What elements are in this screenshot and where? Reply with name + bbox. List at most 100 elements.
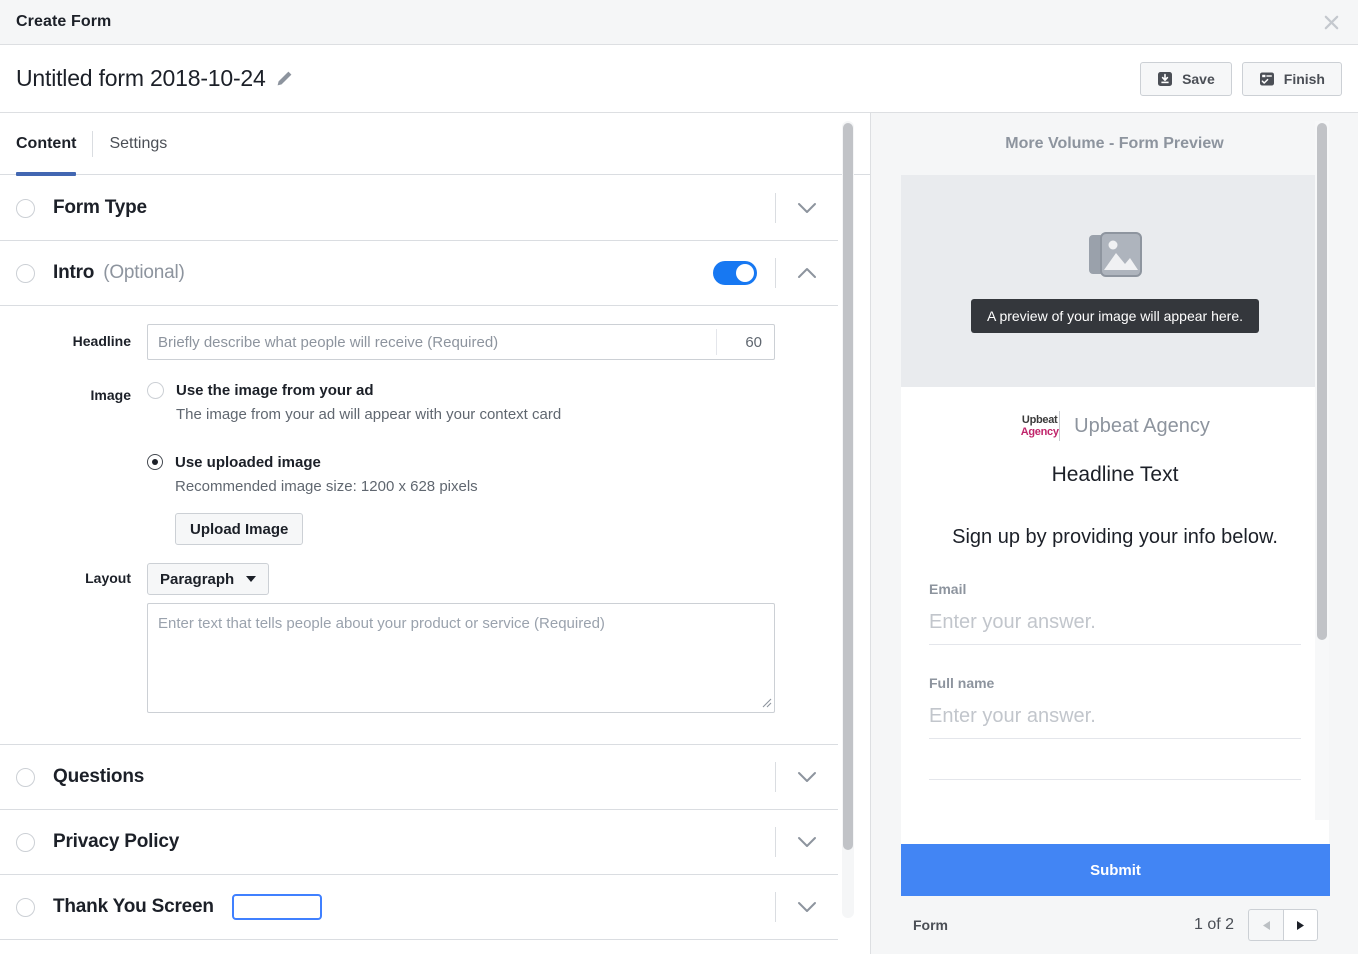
section-thank-you-screen-label: Thank You Screen — [53, 896, 214, 917]
chevron-down-icon[interactable] — [776, 202, 838, 214]
intro-section-body: Headline 60 Image — [0, 306, 838, 745]
tab-settings-label: Settings — [109, 134, 168, 152]
section-status-radio — [16, 263, 35, 283]
layout-select[interactable]: Paragraph — [147, 563, 270, 595]
headline-field-row: Headline 60 — [0, 324, 838, 360]
section-controls — [775, 176, 838, 240]
headline-label: Headline — [72, 333, 131, 349]
create-form-dialog: Create Form Untitled form 2018-10-24 Sav… — [0, 0, 1358, 954]
layout-controls: Paragraph — [147, 563, 775, 718]
chevron-down-icon[interactable] — [776, 771, 838, 783]
layout-label: Layout — [85, 570, 131, 586]
option-use-uploaded-image-subtitle: Recommended image size: 1200 x 628 pixel… — [175, 478, 478, 495]
preview-question-next — [929, 769, 1301, 780]
preview-question-label: Full name — [929, 675, 995, 691]
upload-image-button[interactable]: Upload Image — [175, 513, 304, 545]
chevron-down-icon[interactable] — [776, 836, 838, 848]
section-form-type-label: Form Type — [53, 197, 147, 218]
section-privacy-policy-label: Privacy Policy — [53, 831, 180, 852]
image-label: Image — [90, 387, 131, 403]
section-accordion: Form Type Intro (Optional) Headline Brie… — [0, 176, 870, 954]
page-title: Untitled form 2018-10-24 — [16, 65, 266, 91]
image-option-group: Use the image from your ad The image fro… — [147, 378, 561, 545]
option-use-ad-image[interactable]: Use the image from your ad The image fro… — [147, 381, 561, 425]
dialog-title-bar: Create Form — [0, 0, 1358, 45]
form-preview-card: A preview of your image will appear here… — [901, 175, 1329, 954]
preview-question-label: Email — [929, 581, 967, 597]
chevron-down-icon[interactable] — [776, 901, 838, 913]
section-intro[interactable]: Intro (Optional) — [0, 241, 838, 306]
brand-name: Upbeat Agency — [1074, 414, 1210, 437]
preview-page-count: 1 of 2 — [1193, 916, 1234, 933]
option-use-uploaded-image-title: Use uploaded image — [175, 454, 321, 471]
preview-question-input[interactable]: Enter your answer. — [929, 705, 1301, 728]
intro-body-textarea-wrap — [147, 603, 775, 718]
option-use-uploaded-image[interactable]: Use uploaded image Recommended image siz… — [147, 453, 561, 545]
section-questions[interactable]: Questions — [0, 745, 838, 810]
section-controls — [713, 241, 838, 305]
accordion-inner: Form Type Intro (Optional) Headline Brie… — [0, 176, 838, 940]
section-form-type[interactable]: Form Type — [0, 176, 838, 241]
preview-question-email: Email Enter your answer. — [929, 581, 1301, 645]
headline-input-wrap: 60 — [147, 324, 775, 360]
preview-image-placeholder: A preview of your image will appear here… — [901, 175, 1329, 387]
preview-scrollbar-thumb[interactable] — [1317, 123, 1327, 640]
editor-pane: Content Settings Form Type Intro (Option… — [0, 113, 871, 954]
section-intro-optional: (Optional) — [103, 262, 185, 283]
tab-bar: Content Settings — [0, 113, 870, 176]
preview-question-fullname: Full name Enter your answer. — [929, 675, 1301, 739]
photos-stack-icon — [1087, 230, 1143, 285]
intro-toggle[interactable] — [713, 261, 757, 285]
brand-row: Upbeat Agency Upbeat Agency — [929, 411, 1301, 441]
preview-question-input[interactable]: Enter your answer. — [929, 611, 1301, 634]
finish-button[interactable]: Finish — [1241, 61, 1342, 96]
section-controls — [775, 875, 838, 939]
option-use-ad-image-title: Use the image from your ad — [176, 382, 374, 399]
section-controls — [775, 810, 838, 874]
layout-select-value: Paragraph — [160, 570, 235, 588]
brand-logo-line2: Agency — [1020, 425, 1059, 438]
triangle-left-icon[interactable] — [1248, 909, 1283, 941]
triangle-right-icon[interactable] — [1283, 909, 1318, 941]
header-actions: Save Finish — [1140, 61, 1342, 96]
headline-char-counter: 60 — [716, 329, 774, 355]
preview-footer-label: Form — [913, 917, 948, 933]
preview-footer: Form 1 of 2 — [901, 896, 1330, 954]
pager — [1248, 909, 1318, 941]
section-status-radio — [16, 767, 35, 787]
headline-input[interactable] — [148, 333, 716, 351]
section-status-radio — [16, 832, 35, 852]
pencil-icon[interactable] — [276, 70, 293, 87]
close-icon[interactable] — [1318, 9, 1344, 35]
radio-selected-icon — [147, 454, 163, 470]
preview-submit-button[interactable]: Submit — [901, 844, 1330, 896]
brand-logo-line1: Upbeat — [1021, 413, 1058, 426]
chevron-down-icon — [246, 576, 257, 582]
intro-body-textarea[interactable] — [147, 603, 775, 713]
editor-scrollbar-thumb[interactable] — [843, 123, 853, 850]
image-field-row: Image Use the image from your ad The ima… — [0, 378, 838, 545]
preview-description: Sign up by providing your info below. — [952, 526, 1278, 548]
preview-pane: More Volume - Form Preview A preview of … — [871, 113, 1358, 954]
tab-settings[interactable]: Settings — [93, 113, 183, 175]
finish-button-label: Finish — [1283, 70, 1325, 87]
main-split: Content Settings Form Type Intro (Option… — [0, 113, 1358, 954]
brand-logo: Upbeat Agency — [1020, 411, 1061, 441]
preview-image-tooltip: A preview of your image will appear here… — [970, 298, 1260, 333]
chevron-up-icon[interactable] — [776, 267, 838, 279]
section-privacy-policy[interactable]: Privacy Policy — [0, 810, 838, 875]
layout-field-row: Layout Paragraph — [0, 563, 838, 718]
section-thank-you-screen[interactable]: Thank You Screen — [0, 875, 838, 940]
form-title-row: Untitled form 2018-10-24 Save Finish — [0, 45, 1358, 113]
section-controls — [775, 745, 838, 809]
save-button[interactable]: Save — [1140, 61, 1232, 96]
thank-you-highlight-button[interactable] — [231, 894, 322, 920]
dialog-title: Create Form — [16, 13, 112, 30]
tab-content[interactable]: Content — [16, 113, 92, 176]
section-status-radio — [16, 198, 35, 218]
section-questions-label: Questions — [53, 766, 145, 787]
section-intro-label: Intro — [53, 262, 95, 283]
preview-pagination: 1 of 2 — [1194, 909, 1318, 941]
save-disk-icon — [1157, 71, 1173, 87]
tab-content-label: Content — [16, 134, 77, 152]
